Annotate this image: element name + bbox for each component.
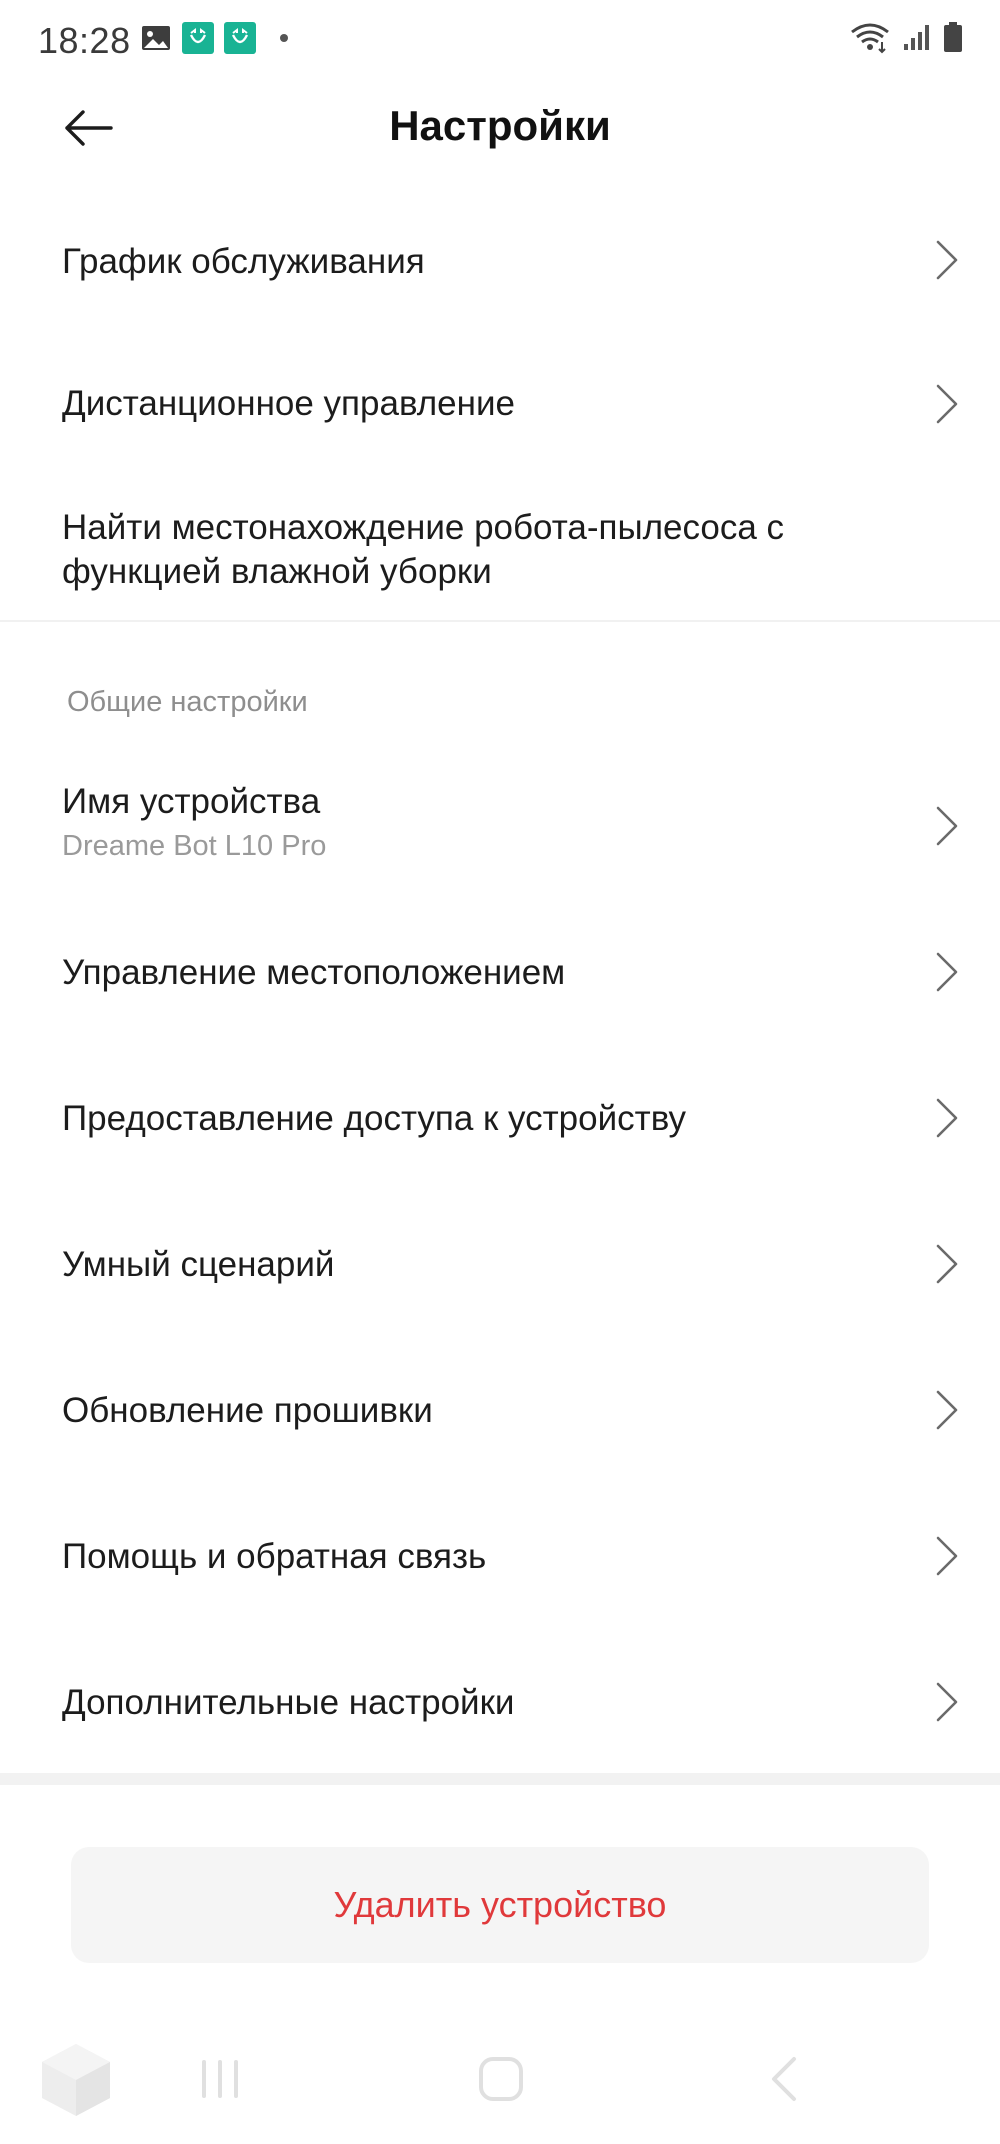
status-icons-left — [140, 22, 288, 54]
chevron-right-icon — [936, 384, 958, 424]
back-icon[interactable] — [764, 2054, 804, 2109]
page-title: Настройки — [389, 102, 611, 149]
divider — [0, 620, 1000, 622]
app-cube-icon[interactable] — [34, 2038, 118, 2127]
menu-item-remote-control[interactable]: Дистанционное управление — [0, 352, 1000, 458]
chevron-right-icon — [936, 952, 958, 992]
menu-item-location-management[interactable]: Управление местоположением — [0, 920, 1000, 1026]
chevron-right-icon — [936, 1390, 958, 1430]
menu-item-label: Предоставление доступа к устройству — [62, 1099, 687, 1138]
menu-item-device-sharing[interactable]: Предоставление доступа к устройству — [0, 1066, 1000, 1172]
menu-item-help-feedback[interactable]: Помощь и обратная связь — [0, 1504, 1000, 1610]
menu-item-label-line1: Найти местонахождение робота-пылесоса с — [62, 508, 785, 547]
status-time: 18:28 — [38, 20, 131, 61]
menu-item-label-line2: функцией влажной уборки — [62, 552, 492, 591]
status-bar: 18:28 — [0, 0, 1000, 80]
menu-item-maintenance-schedule[interactable]: График обслуживания — [0, 206, 1000, 312]
home-icon[interactable] — [476, 2054, 526, 2109]
menu-item-find-robot[interactable]: Найти местонахождение робота-пылесоса с … — [0, 490, 1000, 620]
menu-item-label: Умный сценарий — [62, 1245, 335, 1284]
menu-item-device-name[interactable]: Имя устройства Dreame Bot L10 Pro — [0, 766, 1000, 886]
menu-item-label: Помощь и обратная связь — [62, 1537, 487, 1576]
section-divider — [0, 1773, 1000, 1785]
chevron-right-icon — [936, 1536, 958, 1576]
delete-device-button[interactable]: Удалить устройство — [71, 1847, 929, 1963]
battery-icon — [942, 21, 964, 58]
chevron-right-icon — [936, 1682, 958, 1722]
menu-item-label: График обслуживания — [62, 242, 425, 281]
status-icons-right — [848, 20, 964, 59]
section-title: Общие настройки — [67, 686, 308, 718]
chevron-right-icon — [936, 1244, 958, 1284]
menu-item-label: Имя устройства — [62, 782, 321, 821]
mi-home-icon — [224, 22, 256, 54]
menu-item-additional-settings[interactable]: Дополнительные настройки — [0, 1650, 1000, 1756]
chevron-right-icon — [936, 240, 958, 280]
menu-item-firmware-update[interactable]: Обновление прошивки — [0, 1358, 1000, 1464]
menu-item-label: Дистанционное управление — [62, 384, 515, 423]
header: Настройки — [0, 80, 1000, 176]
menu-item-label: Дополнительные настройки — [62, 1683, 515, 1722]
wifi-icon — [848, 20, 892, 59]
recents-icon[interactable] — [196, 2054, 244, 2109]
notification-dot — [280, 34, 288, 42]
navigation-bar — [0, 2030, 1000, 2144]
image-icon — [140, 22, 172, 54]
menu-item-label: Обновление прошивки — [62, 1391, 433, 1430]
device-name-value: Dreame Bot L10 Pro — [62, 830, 327, 862]
chevron-right-icon — [936, 806, 958, 846]
chevron-right-icon — [936, 1098, 958, 1138]
mi-home-icon — [182, 22, 214, 54]
signal-icon — [902, 22, 932, 57]
menu-item-label: Управление местоположением — [62, 953, 566, 992]
menu-item-smart-scenario[interactable]: Умный сценарий — [0, 1212, 1000, 1318]
